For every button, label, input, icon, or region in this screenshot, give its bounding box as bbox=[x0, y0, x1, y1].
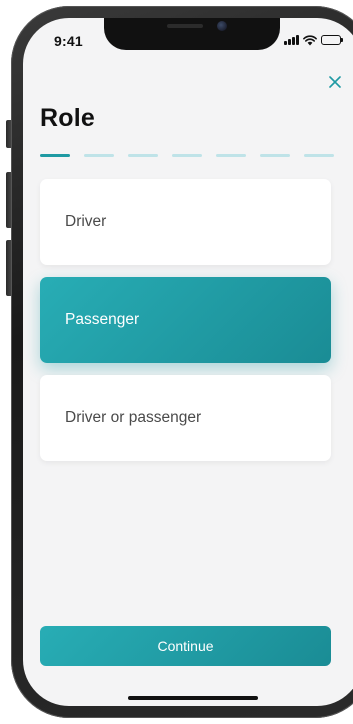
wifi-icon bbox=[303, 34, 317, 45]
role-option-passenger[interactable]: Passenger bbox=[40, 277, 331, 363]
continue-button[interactable]: Continue bbox=[40, 626, 331, 666]
progress-step-1 bbox=[40, 154, 70, 157]
progress-step-4 bbox=[172, 154, 202, 157]
device-mockup: 9:41 Role Driver Passenger Driver or pas… bbox=[0, 0, 353, 724]
phone-screen: 9:41 Role Driver Passenger Driver or pas… bbox=[23, 18, 353, 706]
close-icon bbox=[329, 76, 341, 88]
battery-icon bbox=[321, 35, 343, 45]
speaker-grille bbox=[167, 24, 203, 28]
role-option-driver[interactable]: Driver bbox=[40, 179, 331, 265]
status-icons bbox=[284, 33, 343, 47]
progress-step-5 bbox=[216, 154, 246, 157]
notch bbox=[104, 18, 280, 50]
role-option-label: Driver bbox=[65, 213, 107, 230]
step-progress-indicator bbox=[40, 154, 334, 157]
role-option-driver-or-passenger[interactable]: Driver or passenger bbox=[40, 375, 331, 461]
page-title: Role bbox=[40, 104, 95, 132]
progress-step-3 bbox=[128, 154, 158, 157]
close-button[interactable] bbox=[323, 70, 347, 94]
role-option-label: Passenger bbox=[65, 311, 140, 328]
progress-step-6 bbox=[260, 154, 290, 157]
signal-icon bbox=[284, 35, 299, 45]
role-option-label: Driver or passenger bbox=[65, 409, 202, 426]
status-time: 9:41 bbox=[54, 33, 83, 49]
progress-step-2 bbox=[84, 154, 114, 157]
home-indicator bbox=[128, 696, 258, 700]
progress-step-7 bbox=[304, 154, 334, 157]
status-bar: 9:41 bbox=[23, 18, 353, 62]
camera-icon bbox=[217, 21, 227, 31]
